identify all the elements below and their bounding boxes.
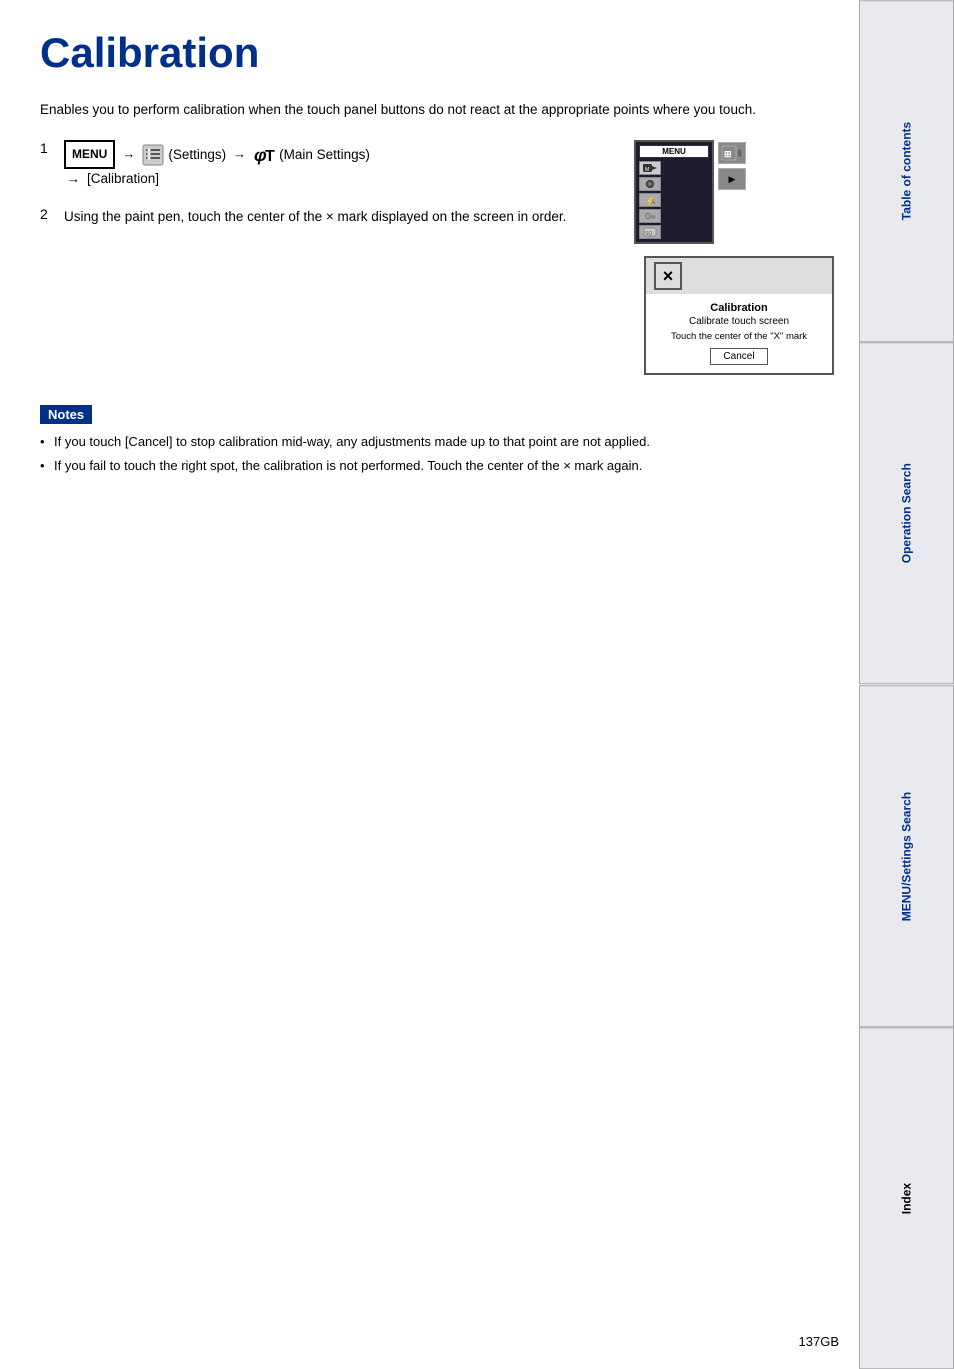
page-number: 137GB bbox=[799, 1334, 839, 1349]
menu-icon-row-2 bbox=[639, 177, 709, 191]
menu-icons-list: M ⚡A bbox=[639, 161, 709, 239]
menu-label-display: MENU bbox=[639, 145, 709, 158]
menu-icon-flash: ⚡A bbox=[639, 193, 661, 207]
main-settings-icon-inline: φ T bbox=[253, 142, 275, 168]
page-title: Calibration bbox=[40, 30, 844, 76]
svg-text:A: A bbox=[651, 200, 655, 205]
right-icons-panel: ⊞ ▶ bbox=[718, 140, 746, 190]
settings-label: (Settings) bbox=[168, 142, 226, 168]
dialog-instruction: Touch the center of the "X" mark bbox=[656, 331, 822, 342]
notes-section: Notes If you touch [Cancel] to stop cali… bbox=[40, 405, 844, 475]
menu-icon-movie: M bbox=[639, 161, 661, 175]
svg-text:T: T bbox=[265, 148, 275, 165]
step-2-number: 2 bbox=[40, 206, 56, 228]
step-2-text: Using the paint pen, touch the center of… bbox=[64, 206, 604, 228]
steps-area: 1 MENU → bbox=[40, 140, 844, 375]
sidebar-tab-toc[interactable]: Table of contents bbox=[859, 0, 954, 342]
note-item-2: If you fail to touch the right spot, the… bbox=[40, 456, 844, 476]
menu-icon-row-4: OFF bbox=[639, 209, 709, 223]
menu-icon-row-1: M bbox=[639, 161, 709, 175]
step-2: 2 Using the paint pen, touch the center … bbox=[40, 206, 604, 228]
svg-text:SQ: SQ bbox=[645, 231, 652, 237]
svg-text:⊞: ⊞ bbox=[724, 149, 732, 159]
dialog-title: Calibration bbox=[656, 302, 822, 314]
menu-icon-photo bbox=[639, 177, 661, 191]
note-item-1: If you touch [Cancel] to stop calibratio… bbox=[40, 432, 844, 452]
svg-text:OFF: OFF bbox=[651, 214, 656, 220]
main-settings-label: (Main Settings) bbox=[279, 142, 370, 168]
camera-menu-panel: MENU M bbox=[634, 140, 714, 244]
dialog-body: Calibration Calibrate touch screen Touch… bbox=[646, 294, 832, 373]
arrow-1: → bbox=[122, 142, 135, 167]
dialog-cancel-button[interactable]: Cancel bbox=[710, 348, 767, 365]
sidebar-tab-menu-settings[interactable]: MENU/Settings Search bbox=[859, 685, 954, 1027]
calibration-dialog: × Calibration Calibrate touch screen Tou… bbox=[644, 256, 834, 375]
arrow-3: → bbox=[67, 171, 80, 186]
settings-icon-inline bbox=[142, 142, 164, 168]
right-sidebar: Table of contents Operation Search MENU/… bbox=[859, 0, 954, 1369]
step-1-content: MENU → bbox=[64, 140, 604, 169]
dialog-subtitle: Calibrate touch screen bbox=[656, 316, 822, 327]
x-mark-display: × bbox=[654, 262, 682, 290]
arrow-2: → bbox=[233, 142, 246, 167]
step-1-number: 1 bbox=[40, 140, 56, 186]
menu-button-icon: MENU bbox=[64, 140, 115, 169]
page-description: Enables you to perform calibration when … bbox=[40, 100, 844, 120]
notes-label: Notes bbox=[40, 405, 92, 424]
menu-icon-row-3: ⚡A bbox=[639, 193, 709, 207]
dialog-header: × bbox=[646, 258, 832, 294]
svg-text:M: M bbox=[645, 167, 649, 173]
step-1-body: MENU → bbox=[64, 140, 604, 186]
menu-icon-wb: OFF bbox=[639, 209, 661, 223]
step-1: 1 MENU → bbox=[40, 140, 604, 186]
calibration-bracket: [Calibration] bbox=[87, 171, 159, 186]
right-icon-2: ▶ bbox=[718, 168, 746, 190]
camera-mockup: MENU M bbox=[634, 140, 844, 375]
sidebar-tab-operation[interactable]: Operation Search bbox=[859, 342, 954, 684]
menu-icon-img: SQ bbox=[639, 225, 661, 239]
right-icon-1: ⊞ bbox=[718, 142, 746, 164]
menu-icon-row-5: SQ bbox=[639, 225, 709, 239]
steps-text: 1 MENU → bbox=[40, 140, 604, 247]
camera-screen-area: MENU M bbox=[634, 140, 844, 244]
step-2-body: Using the paint pen, touch the center of… bbox=[64, 206, 604, 228]
sidebar-tab-index[interactable]: Index bbox=[859, 1027, 954, 1369]
notes-list: If you touch [Cancel] to stop calibratio… bbox=[40, 432, 844, 475]
